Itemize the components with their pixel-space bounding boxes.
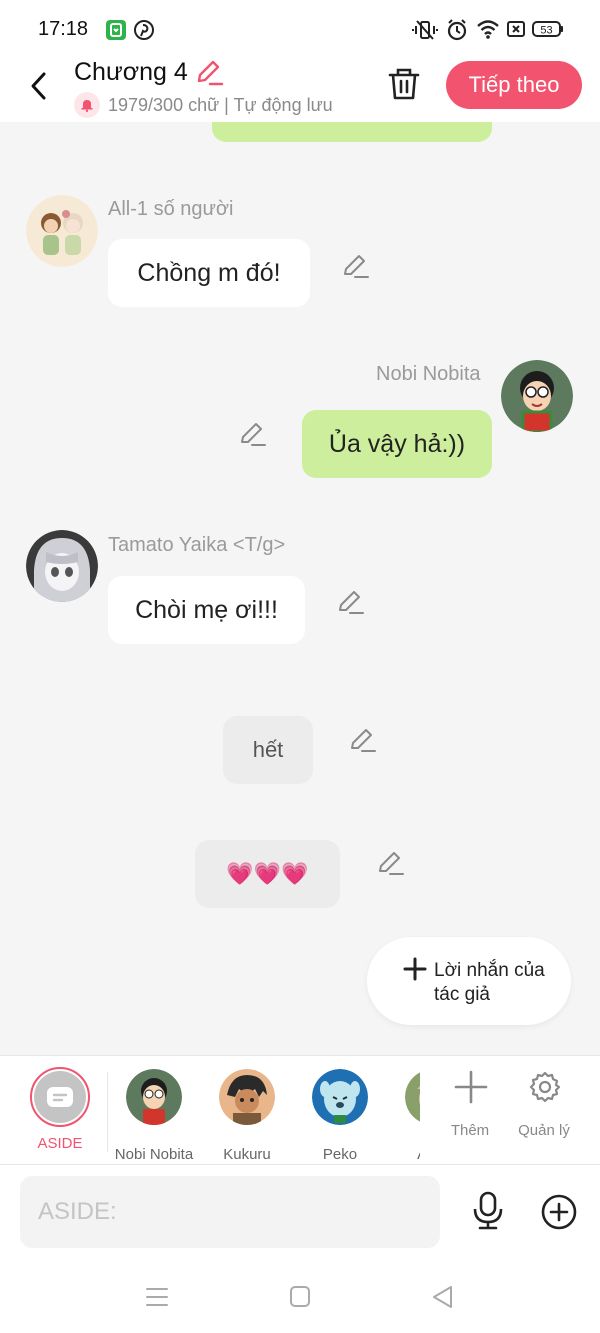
avatar xyxy=(405,1069,420,1125)
chapter-header: Chương 4 1979/300 chữ | Tự động lưu Tiếp… xyxy=(0,58,600,122)
character-bar: ASIDE Nobi Nobita Kukuru Peko Aron xyxy=(0,1055,600,1165)
aside-label: ASIDE xyxy=(37,1135,83,1152)
previous-message-bubble[interactable] xyxy=(212,122,492,142)
avatar-nobi-nobita[interactable] xyxy=(501,360,573,432)
input-bar: ASIDE: xyxy=(0,1165,600,1255)
battery-icon: 53 xyxy=(532,18,564,45)
pinterest-icon xyxy=(134,20,154,40)
plus-icon xyxy=(403,957,427,981)
character-name: Kukuru xyxy=(223,1146,271,1163)
aside-bubble[interactable]: hết xyxy=(223,716,313,784)
speaker-name: Tamato Yaika <T/g> xyxy=(108,534,286,556)
edit-message-icon[interactable] xyxy=(336,587,366,617)
add-content-button[interactable] xyxy=(540,1193,578,1231)
aside-bubble[interactable]: 💗💗💗 xyxy=(195,840,340,908)
home-icon[interactable] xyxy=(287,1285,313,1309)
mute-vibrate-icon xyxy=(412,18,438,47)
chapter-title[interactable]: Chương 4 xyxy=(74,58,188,87)
character-nobi-nobita[interactable]: Nobi Nobita xyxy=(109,1068,199,1163)
edit-title-icon[interactable] xyxy=(194,58,224,86)
avatar xyxy=(126,1069,182,1125)
chat-area[interactable]: All-1 số người Chồng m đó! Nobi Nobita Ủ… xyxy=(0,122,600,1055)
app-notification-icon xyxy=(106,20,126,40)
plus-icon xyxy=(454,1070,488,1104)
edit-message-icon[interactable] xyxy=(341,251,371,281)
avatar xyxy=(312,1069,368,1125)
system-navigation-bar xyxy=(0,1255,600,1333)
avatar xyxy=(219,1069,275,1125)
sim-icon xyxy=(506,18,526,45)
divider xyxy=(107,1072,108,1152)
manage-label: Quản lý xyxy=(518,1122,570,1139)
wifi-icon xyxy=(476,18,500,45)
edit-message-icon[interactable] xyxy=(376,848,406,878)
message-bubble[interactable]: Chòi mẹ ơi!!! xyxy=(108,576,305,644)
microphone-icon xyxy=(473,1191,503,1230)
delete-button[interactable] xyxy=(386,64,422,104)
back-triangle-icon[interactable] xyxy=(430,1285,456,1309)
next-button[interactable]: Tiếp theo xyxy=(446,61,582,109)
microphone-button[interactable] xyxy=(470,1191,506,1231)
character-list[interactable]: ASIDE Nobi Nobita Kukuru Peko Aron xyxy=(0,1056,420,1166)
gear-icon xyxy=(528,1070,562,1104)
back-arrow-icon xyxy=(31,72,46,100)
message-bubble[interactable]: Ủa vậy hả:)) xyxy=(302,410,492,478)
message-bubble[interactable]: Chồng m đó! xyxy=(108,239,310,307)
character-name: Nobi Nobita xyxy=(114,1146,194,1163)
character-kukuru[interactable]: Kukuru xyxy=(202,1068,292,1163)
word-count-line: 1979/300 chữ | Tự động lưu xyxy=(74,92,333,118)
status-time: 17:18 xyxy=(38,18,89,40)
speaker-name: Nobi Nobita xyxy=(376,363,481,385)
character-name: Peko xyxy=(322,1146,358,1163)
menu-icon[interactable] xyxy=(144,1285,170,1309)
add-label: Thêm xyxy=(450,1122,490,1139)
add-character-button[interactable]: Thêm xyxy=(440,1070,500,1150)
back-button[interactable] xyxy=(22,64,58,104)
word-count-text: 1979/300 chữ | Tự động lưu xyxy=(108,94,333,115)
edit-message-icon[interactable] xyxy=(238,419,268,449)
author-note-label: Lời nhắn của tác giả xyxy=(434,960,545,1005)
speaker-name: All-1 số người xyxy=(108,198,234,220)
trash-icon xyxy=(388,68,420,100)
avatar-tamato-yaika[interactable] xyxy=(26,530,98,602)
status-bar: 17:18 53 xyxy=(0,0,600,58)
character-aron[interactable]: Aron xyxy=(388,1068,420,1163)
svg-text:53: 53 xyxy=(540,25,552,37)
character-name: Aron xyxy=(388,1146,420,1163)
message-input[interactable]: ASIDE: xyxy=(20,1176,440,1248)
manage-characters-button[interactable]: Quản lý xyxy=(514,1070,574,1150)
character-peko[interactable]: Peko xyxy=(295,1068,385,1163)
bell-icon xyxy=(74,92,100,118)
aside-icon xyxy=(47,1087,73,1107)
aside-avatar xyxy=(34,1071,86,1123)
plus-circle-icon xyxy=(541,1194,577,1230)
avatar-all-group[interactable] xyxy=(26,195,98,267)
alarm-icon xyxy=(446,18,468,47)
edit-message-icon[interactable] xyxy=(348,725,378,755)
author-note-button[interactable]: Lời nhắn của tác giả xyxy=(367,937,571,1025)
aside-selector[interactable] xyxy=(30,1067,90,1127)
